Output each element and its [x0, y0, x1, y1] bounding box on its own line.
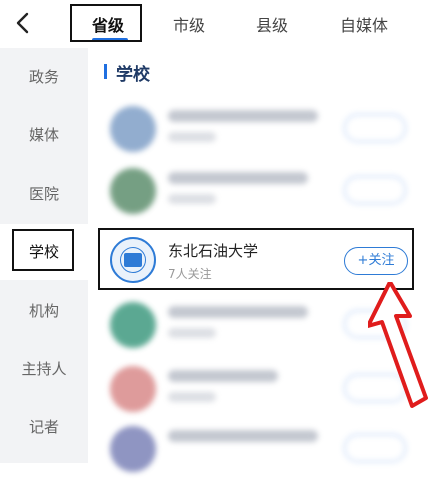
tab-self-media[interactable]: 自媒体	[340, 12, 388, 36]
sidebar-item-government[interactable]: 政务	[0, 66, 88, 87]
avatar	[110, 106, 156, 152]
list-item-title-placeholder	[168, 370, 278, 382]
top-tab-bar: 省级 市级 县级 自媒体	[0, 0, 438, 48]
list-item[interactable]	[96, 420, 432, 480]
list-item-sub-placeholder	[168, 132, 216, 142]
sidebar-item-hospital[interactable]: 医院	[0, 183, 88, 204]
account-name: 东北石油大学	[168, 242, 259, 260]
back-icon[interactable]	[12, 10, 34, 36]
pointer-arrow-icon	[366, 280, 438, 412]
section-accent-bar	[104, 64, 107, 79]
list-item-title-placeholder	[168, 430, 318, 442]
list-item-title-placeholder	[168, 110, 318, 122]
sidebar-item-media[interactable]: 媒体	[0, 124, 88, 145]
follow-button[interactable]: +关注	[344, 247, 408, 275]
section-title: 学校	[116, 65, 150, 85]
sidebar-item-institution[interactable]: 机构	[0, 300, 88, 321]
avatar	[110, 302, 156, 348]
list-item-title-placeholder	[168, 172, 308, 184]
tab-city[interactable]: 市级	[173, 12, 205, 36]
avatar	[110, 426, 156, 472]
follow-button[interactable]	[344, 176, 406, 204]
sidebar-item-host[interactable]: 主持人	[0, 358, 88, 379]
featured-list-item[interactable]: 东北石油大学 7人关注 +关注	[98, 228, 414, 290]
follower-count: 7人关注	[168, 267, 212, 281]
list-item[interactable]	[96, 162, 432, 222]
university-logo-icon	[110, 237, 156, 283]
avatar	[110, 168, 156, 214]
sidebar-item-reporter[interactable]: 记者	[0, 416, 88, 437]
list-item-sub-placeholder	[168, 194, 216, 204]
follow-button[interactable]	[344, 434, 406, 462]
list-item[interactable]	[96, 100, 432, 160]
active-tab-highlight-frame	[70, 4, 142, 42]
follow-button[interactable]	[344, 114, 406, 142]
list-item-title-placeholder	[168, 306, 308, 318]
avatar	[110, 366, 156, 412]
list-item-sub-placeholder	[168, 392, 216, 402]
logo-emblem	[124, 253, 142, 267]
tab-county[interactable]: 县级	[256, 12, 288, 36]
list-item-sub-placeholder	[168, 328, 216, 338]
active-sidebar-highlight-frame	[12, 229, 74, 271]
